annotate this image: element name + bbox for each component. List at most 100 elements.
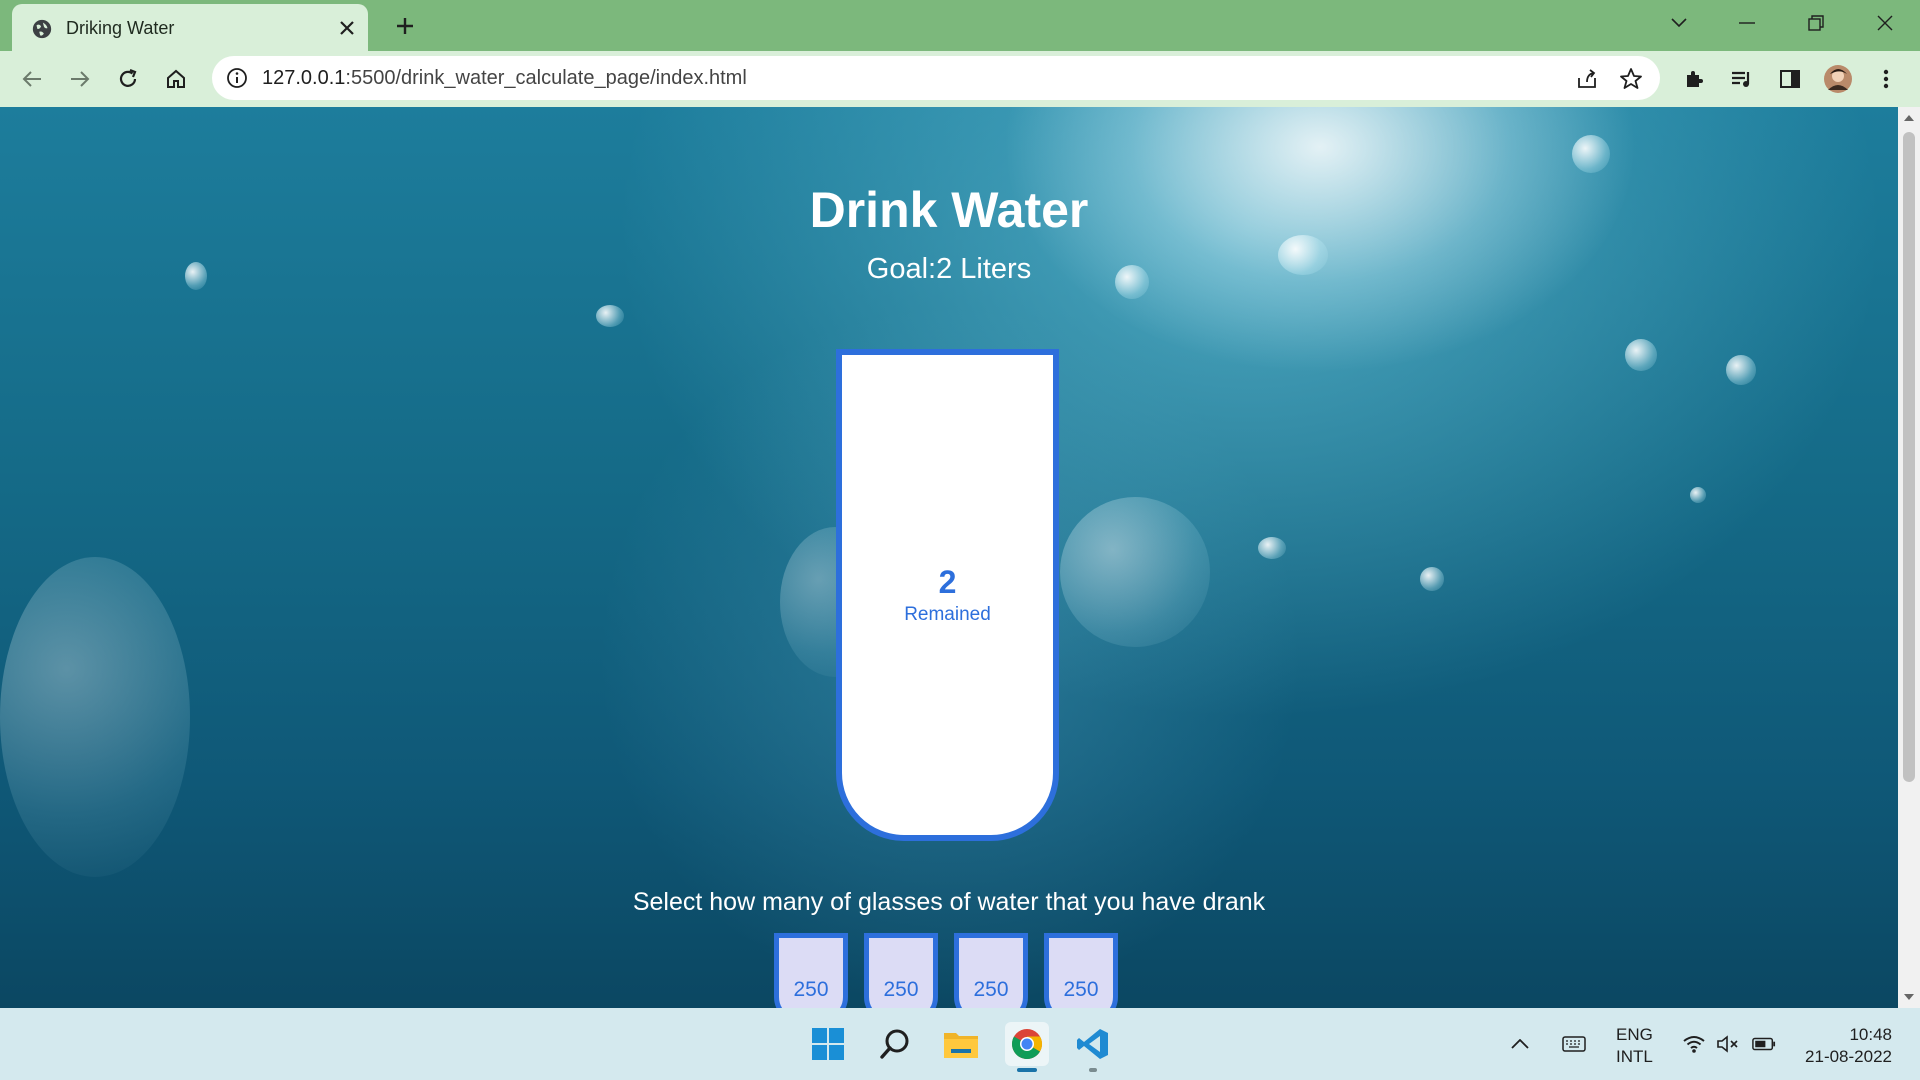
start-button[interactable] bbox=[806, 1022, 850, 1066]
globe-icon bbox=[32, 19, 52, 39]
volume-button[interactable] bbox=[1716, 1032, 1740, 1056]
select-prompt: Select how many of glasses of water that… bbox=[632, 888, 1266, 916]
bubble-decoration bbox=[1690, 487, 1706, 503]
small-cup-label: 250 bbox=[793, 978, 829, 1001]
touch-keyboard-button[interactable] bbox=[1562, 1032, 1586, 1056]
tab-close-button[interactable] bbox=[334, 15, 360, 41]
remained-value: 2 bbox=[938, 564, 957, 600]
search-button[interactable] bbox=[873, 1022, 917, 1066]
bubble-decoration bbox=[1420, 567, 1444, 591]
bubble-decoration bbox=[0, 557, 190, 877]
minimize-button[interactable] bbox=[1730, 8, 1764, 38]
clock-date: 21-08-2022 bbox=[1805, 1047, 1892, 1066]
wifi-icon bbox=[1683, 1036, 1705, 1053]
triangle-down-icon bbox=[1904, 994, 1914, 1000]
clock-time: 10:48 bbox=[1849, 1025, 1892, 1044]
bubble-decoration bbox=[1572, 135, 1610, 173]
arrow-left-icon bbox=[22, 71, 41, 87]
more-vertical-icon bbox=[1883, 69, 1889, 89]
tab-search-button[interactable] bbox=[1662, 8, 1696, 38]
side-panel-button[interactable] bbox=[1774, 63, 1806, 95]
remained-label: Remained bbox=[904, 604, 991, 625]
restore-button[interactable] bbox=[1799, 8, 1833, 38]
small-cup[interactable]: 250 bbox=[954, 933, 1028, 1008]
vscode-icon bbox=[1077, 1029, 1108, 1059]
window-close-button[interactable] bbox=[1868, 8, 1902, 38]
battery-button[interactable] bbox=[1752, 1032, 1776, 1056]
triangle-up-icon bbox=[1904, 115, 1914, 121]
avatar-icon bbox=[1824, 65, 1852, 93]
folder-icon bbox=[944, 1033, 978, 1058]
arrow-right-icon bbox=[71, 71, 90, 87]
chevron-down-icon bbox=[1671, 18, 1687, 28]
info-icon[interactable] bbox=[226, 67, 248, 89]
language-primary: ENG bbox=[1616, 1025, 1653, 1044]
small-cup-label: 250 bbox=[883, 978, 919, 1001]
chrome-icon bbox=[1012, 1029, 1042, 1060]
goal-text: Goal:2 Liters bbox=[866, 253, 1032, 285]
search-icon bbox=[880, 1029, 909, 1059]
language-secondary: INTL bbox=[1616, 1047, 1653, 1066]
bubble-decoration bbox=[1726, 355, 1756, 385]
tray-overflow-button[interactable] bbox=[1508, 1032, 1532, 1056]
small-cup[interactable]: 250 bbox=[864, 933, 938, 1008]
volume-muted-icon bbox=[1717, 1035, 1738, 1053]
big-cup: 2 Remained bbox=[836, 349, 1059, 841]
windows-taskbar: ENG INTL 10:48 21-08-2022 bbox=[0, 1008, 1920, 1080]
page-scrollbar[interactable] bbox=[1898, 107, 1920, 1008]
media-control-button[interactable] bbox=[1726, 63, 1758, 95]
bubble-decoration bbox=[596, 305, 624, 327]
clock[interactable]: 10:48 21-08-2022 bbox=[1792, 1024, 1892, 1068]
bookmark-star-icon[interactable] bbox=[1618, 66, 1644, 92]
new-tab-button[interactable] bbox=[390, 11, 420, 41]
browser-toolbar: 127.0.0.1:5500/drink_water_calculate_pag… bbox=[0, 51, 1920, 107]
small-cups-row: 250 250 250 250 bbox=[774, 933, 1124, 1008]
bubble-decoration bbox=[1258, 537, 1286, 559]
scroll-down-arrow[interactable] bbox=[1903, 991, 1915, 1003]
extensions-button[interactable] bbox=[1678, 63, 1710, 95]
home-icon bbox=[167, 69, 185, 88]
minimize-icon bbox=[1739, 22, 1755, 24]
file-explorer-button[interactable] bbox=[939, 1022, 983, 1066]
active-app-indicator bbox=[1017, 1068, 1037, 1072]
share-icon[interactable] bbox=[1574, 66, 1600, 92]
chevron-up-icon bbox=[1511, 1039, 1529, 1049]
chrome-taskbar-button[interactable] bbox=[1005, 1022, 1049, 1072]
network-button[interactable] bbox=[1682, 1032, 1706, 1056]
vscode-taskbar-button[interactable] bbox=[1071, 1022, 1115, 1072]
side-panel-icon bbox=[1780, 70, 1800, 88]
language-indicator[interactable]: ENG INTL bbox=[1616, 1024, 1653, 1068]
puzzle-icon bbox=[1687, 71, 1703, 87]
windows-logo-icon bbox=[812, 1028, 844, 1060]
running-app-indicator bbox=[1089, 1068, 1097, 1072]
browser-tabstrip: Driking Water bbox=[0, 0, 1920, 51]
bubble-decoration bbox=[1625, 339, 1657, 371]
home-button[interactable] bbox=[160, 63, 192, 95]
scroll-thumb[interactable] bbox=[1903, 132, 1915, 782]
page-viewport: Drink Water Goal:2 Liters 2 Remained Sel… bbox=[0, 107, 1898, 1008]
small-cup[interactable]: 250 bbox=[1044, 933, 1118, 1008]
url-host: 127.0.0.1 bbox=[262, 67, 346, 89]
small-cup-label: 250 bbox=[973, 978, 1009, 1001]
menu-button[interactable] bbox=[1870, 63, 1902, 95]
keyboard-icon bbox=[1562, 1036, 1586, 1052]
close-icon bbox=[340, 21, 354, 35]
url-path: :5500/drink_water_calculate_page/index.h… bbox=[345, 67, 747, 89]
browser-tab[interactable]: Driking Water bbox=[12, 4, 368, 51]
forward-button[interactable] bbox=[64, 63, 96, 95]
url-text[interactable]: 127.0.0.1:5500/drink_water_calculate_pag… bbox=[262, 67, 747, 90]
plus-icon bbox=[397, 18, 413, 34]
reload-button[interactable] bbox=[112, 63, 144, 95]
bubble-decoration bbox=[1060, 497, 1210, 647]
small-cup-label: 250 bbox=[1063, 978, 1099, 1001]
profile-avatar[interactable] bbox=[1822, 63, 1854, 95]
playlist-icon bbox=[1732, 71, 1750, 87]
back-button[interactable] bbox=[16, 63, 48, 95]
small-cup[interactable]: 250 bbox=[774, 933, 848, 1008]
tab-title: Driking Water bbox=[66, 18, 175, 38]
reload-icon bbox=[119, 68, 137, 87]
battery-icon bbox=[1752, 1037, 1776, 1051]
address-bar[interactable]: 127.0.0.1:5500/drink_water_calculate_pag… bbox=[212, 56, 1660, 100]
scroll-up-arrow[interactable] bbox=[1903, 112, 1915, 124]
close-icon bbox=[1877, 15, 1893, 31]
